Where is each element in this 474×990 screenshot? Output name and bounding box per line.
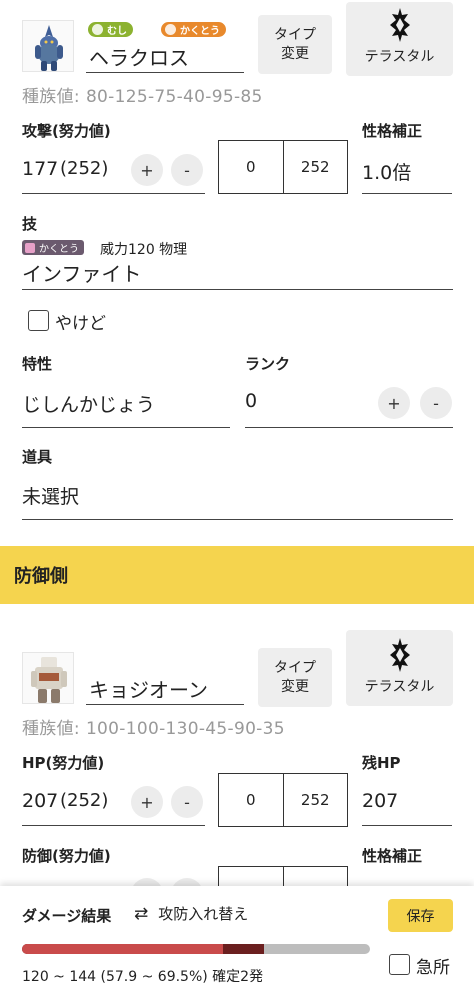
hp-ev: (252) [60, 790, 109, 811]
attacker-nature-label: 性格補正 [362, 122, 423, 140]
burn-label: やけど [55, 314, 106, 334]
defender-section-header: 防御側 [0, 546, 474, 604]
remaining-hp-label: 残HP [362, 754, 401, 772]
move-name: インファイト [22, 262, 142, 286]
defender-sprite [22, 652, 74, 704]
attack-value: 177 [22, 158, 59, 180]
tera-jewel-icon [389, 638, 410, 673]
hp-ev-min-button[interactable]: 0 [219, 774, 283, 826]
item-field[interactable]: 未選択 [22, 474, 453, 520]
defender-name: キョジオーン [89, 678, 208, 702]
attacker-terastal-button[interactable]: テラスタル [346, 2, 453, 76]
attacker-type-bug: むし [88, 22, 133, 37]
move-type-chip: かくとう [22, 240, 84, 255]
rank-plus-button[interactable]: + [378, 387, 410, 419]
defender-section-title: 防御側 [14, 566, 68, 587]
defender-terastal-button[interactable]: テラスタル [346, 630, 453, 706]
attack-minus-button[interactable]: - [171, 154, 203, 186]
hp-ev-max-button[interactable]: 252 [282, 774, 348, 826]
save-button[interactable]: 保存 [388, 899, 453, 932]
ability-value: じしんかじょう [22, 394, 156, 416]
swap-label: 攻防入れ替え [158, 905, 249, 923]
item-value: 未選択 [22, 486, 80, 508]
attacker-base-stats: 種族値: 80-125-75-40-95-85 [22, 87, 263, 107]
attacker-nature-value: 1.0倍 [362, 162, 412, 184]
damage-bar [22, 944, 370, 954]
defender-base-stats: 種族値: 100-100-130-45-90-35 [22, 719, 285, 739]
defender-type-change-button[interactable]: タイプ 変更 [258, 648, 332, 707]
rank-label: ランク [245, 355, 291, 373]
defender-nature-label: 性格補正 [362, 847, 423, 865]
attacker-nature-field[interactable]: 1.0倍 [362, 150, 452, 194]
attack-ev-box: 0 252 [218, 140, 348, 194]
attack-ev-min-button[interactable]: 0 [219, 141, 283, 193]
heracross-icon [35, 25, 63, 71]
rank-value: 0 [245, 390, 258, 412]
defender-name-field[interactable]: キョジオーン [86, 672, 244, 705]
hp-label: HP(努力値) [22, 754, 105, 772]
garganacl-icon [31, 657, 67, 703]
ability-label: 特性 [22, 355, 53, 373]
critical-label: 急所 [416, 958, 450, 978]
attack-label: 攻撃(努力値) [22, 122, 111, 140]
move-field[interactable]: インファイト [22, 256, 453, 290]
attacker-sprite [22, 20, 74, 72]
item-label: 道具 [22, 448, 53, 466]
bug-type-icon [92, 24, 103, 35]
damage-result-title: ダメージ結果 [22, 907, 112, 925]
critical-checkbox[interactable] [389, 954, 410, 975]
damage-bar-min [22, 944, 224, 954]
move-label: 技 [22, 215, 38, 233]
attack-ev-max-button[interactable]: 252 [282, 141, 348, 193]
swap-button[interactable]: ⇄ 攻防入れ替え [134, 903, 248, 924]
hp-ev-box: 0 252 [218, 773, 348, 827]
rank-minus-button[interactable]: - [420, 387, 452, 419]
attacker-name: ヘラクロス [89, 46, 189, 70]
burn-checkbox[interactable] [28, 310, 49, 331]
remaining-hp-value: 207 [362, 790, 399, 812]
hp-minus-button[interactable]: - [171, 786, 203, 818]
swap-icon: ⇄ [134, 903, 149, 924]
damage-result-text: 120 ~ 144 (57.9 ~ 69.5%) 確定2発 [22, 969, 264, 985]
attack-plus-button[interactable]: + [131, 154, 163, 186]
fighting-type-icon [25, 242, 35, 253]
damage-result-panel: ダメージ結果 ⇄ 攻防入れ替え 保存 120 ~ 144 (57.9 ~ 69.… [0, 886, 474, 990]
ability-field[interactable]: じしんかじょう [22, 382, 230, 428]
defense-label: 防御(努力値) [22, 847, 111, 865]
hp-value: 207 [22, 790, 59, 812]
remaining-hp-field[interactable]: 207 [362, 782, 452, 826]
attacker-type-change-button[interactable]: タイプ 変更 [258, 15, 332, 74]
attacker-name-field[interactable]: ヘラクロス [86, 40, 244, 73]
attack-ev: (252) [60, 158, 109, 179]
attacker-type-fighting: かくとう [161, 22, 226, 37]
fighting-type-icon [165, 24, 176, 35]
hp-plus-button[interactable]: + [131, 786, 163, 818]
tera-jewel-icon [389, 8, 410, 43]
